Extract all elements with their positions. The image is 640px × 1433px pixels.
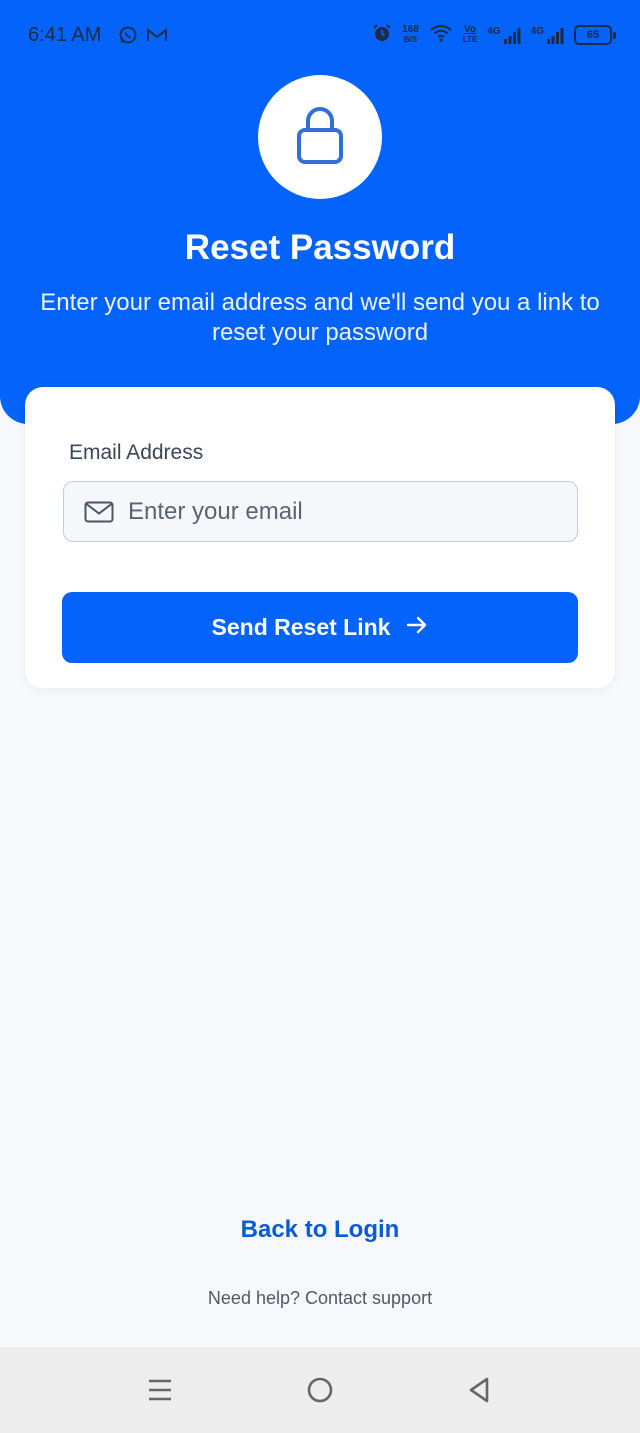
- page-title: Reset Password: [184, 228, 456, 267]
- lock-icon: [296, 105, 344, 170]
- signal-icon: 4G: [487, 26, 521, 45]
- whatsapp-icon: [118, 25, 138, 45]
- contact-support-link[interactable]: Need help? Contact support: [0, 1288, 640, 1309]
- network-speed: 168 B/S: [402, 24, 419, 45]
- status-icons: 168 B/S Vo LTE 4G 4G 65: [372, 22, 616, 48]
- status-time: 6:41 AM: [28, 24, 102, 46]
- alarm-icon: [372, 23, 392, 48]
- back-icon[interactable]: [462, 1375, 496, 1405]
- reset-form-card: Email Address Send Reset Link: [25, 387, 615, 688]
- signal-icon: 4G: [531, 26, 564, 45]
- volte-indicator: Vo LTE: [462, 24, 478, 45]
- send-reset-link-label: Send Reset Link: [211, 614, 391, 640]
- email-field[interactable]: [128, 497, 548, 526]
- email-field-container[interactable]: [63, 481, 578, 542]
- back-to-login-link[interactable]: Back to Login: [0, 1216, 640, 1244]
- send-reset-link-button[interactable]: Send Reset Link: [62, 592, 578, 663]
- menu-icon[interactable]: [143, 1375, 177, 1405]
- email-label: Email Address: [69, 441, 204, 464]
- battery-icon: 65: [574, 25, 616, 45]
- system-nav-bar: [0, 1347, 640, 1433]
- status-bar: 6:41 AM 168 B/S Vo LTE 4G 4G 65: [0, 0, 640, 72]
- lock-badge: [258, 75, 382, 199]
- mail-icon: [84, 501, 114, 523]
- arrow-right-icon: [406, 614, 428, 641]
- page-subtitle: Enter your email address and we'll send …: [40, 289, 600, 346]
- home-icon[interactable]: [303, 1375, 337, 1405]
- gmail-icon: [146, 25, 167, 45]
- wifi-icon: [429, 24, 453, 47]
